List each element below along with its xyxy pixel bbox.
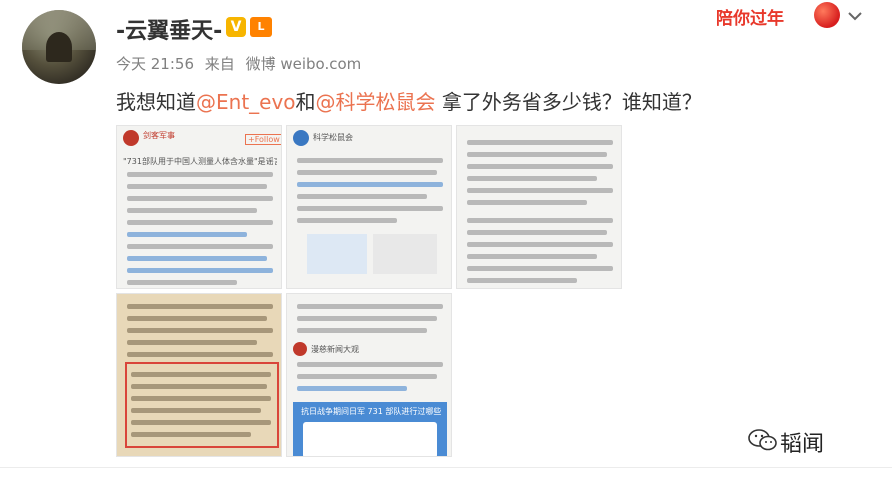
text-line: [131, 372, 271, 377]
embedded-image: [373, 234, 437, 274]
promo-text: 陪你过年: [716, 9, 784, 29]
text-line: [467, 152, 607, 157]
text-line: [127, 196, 273, 201]
post-text: 我想知道@Ent_evo和@科学松鼠会 拿了外务省多少钱？谁知道？: [116, 86, 702, 115]
avatar-tree: [46, 32, 72, 62]
text-line: [131, 420, 271, 425]
image1-follow: +Follow: [245, 134, 281, 145]
text-line: [467, 218, 613, 223]
text-line: [131, 408, 261, 413]
text-line: [297, 374, 437, 379]
text-line: [131, 432, 251, 437]
post-source[interactable]: 微博 weibo.com: [246, 55, 362, 73]
watermark-text: 韬闻: [780, 432, 825, 457]
username[interactable]: -云翼垂天-: [116, 13, 222, 45]
text-line: [297, 206, 443, 211]
image2-author: 科学松鼠会: [313, 133, 353, 142]
text-line: [297, 362, 443, 367]
text-line: [467, 164, 613, 169]
avatar[interactable]: [22, 10, 96, 84]
author-avatar-icon: [123, 130, 139, 146]
wechat-icon: [748, 429, 777, 451]
author-avatar-icon: [293, 130, 309, 146]
text-line: [467, 266, 613, 271]
text-line: [127, 352, 273, 357]
text-line: [297, 328, 427, 333]
image5-banner: 抗日战争期间日军 731 部队进行过哪些残忍试验？: [301, 407, 441, 416]
post-connector: 和: [295, 90, 316, 114]
text-line: [127, 172, 273, 177]
text-line: [127, 244, 273, 249]
text-line: [467, 188, 613, 193]
text-line: [467, 230, 607, 235]
text-line: [467, 254, 597, 259]
text-line: [467, 242, 613, 247]
text-line: [127, 208, 257, 213]
post-image-2[interactable]: 科学松鼠会: [286, 125, 452, 289]
text-line: [127, 256, 267, 261]
image5-author: 漫慈新闻大观: [311, 345, 359, 354]
text-line: [127, 304, 273, 309]
post-image-3[interactable]: [456, 125, 622, 289]
text-line: [127, 328, 273, 333]
post-meta: 今天 21:56 来自 微博 weibo.com: [116, 53, 367, 74]
text-line: [467, 278, 577, 283]
text-line: [297, 386, 407, 391]
verified-icon: V: [226, 17, 246, 37]
post-image-5[interactable]: 漫慈新闻大观 抗日战争期间日军 731 部队进行过哪些残忍试验？: [286, 293, 452, 457]
text-line: [467, 200, 587, 205]
embedded-card: [303, 422, 437, 456]
embedded-screenshot: 抗日战争期间日军 731 部队进行过哪些残忍试验？: [293, 402, 447, 456]
text-line: [127, 184, 267, 189]
text-line: [297, 194, 427, 199]
divider: [0, 467, 892, 468]
promo-banner[interactable]: 陪你过年: [716, 2, 840, 32]
text-line: [297, 316, 437, 321]
text-line: [297, 218, 397, 223]
lantern-icon: [814, 2, 840, 28]
image1-snippet: "731部队用于中国人测量人体含水量"是谣言？: [123, 157, 277, 166]
image1-author: 剑客军事: [143, 131, 175, 140]
text-line: [127, 340, 257, 345]
text-line: [127, 220, 273, 225]
post-time[interactable]: 今天 21:56: [116, 55, 194, 73]
text-line: [297, 182, 443, 187]
author-avatar-icon: [293, 342, 307, 356]
source-prefix: 来自: [204, 55, 235, 73]
text-line: [467, 140, 613, 145]
text-line: [131, 384, 267, 389]
mention-kexuesongshuhui[interactable]: @科学松鼠会: [316, 90, 436, 114]
text-line: [297, 158, 443, 163]
embedded-image: [307, 234, 367, 274]
text-line: [467, 176, 597, 181]
text-line: [131, 396, 271, 401]
mention-ent-evo[interactable]: @Ent_evo: [196, 90, 296, 114]
text-line: [297, 170, 437, 175]
text-line: [297, 304, 443, 309]
text-line: [127, 316, 267, 321]
level-badge-icon: L: [250, 17, 272, 37]
post-suffix: 拿了外务省多少钱？谁知道？: [435, 90, 702, 114]
text-line: [127, 280, 237, 285]
chevron-down-icon[interactable]: [845, 6, 865, 26]
text-line: [127, 268, 273, 273]
text-line: [127, 232, 247, 237]
post-prefix: 我想知道: [116, 90, 196, 114]
post-image-1[interactable]: 剑客军事 +Follow "731部队用于中国人测量人体含水量"是谣言？: [116, 125, 282, 289]
post-image-4[interactable]: [116, 293, 282, 457]
